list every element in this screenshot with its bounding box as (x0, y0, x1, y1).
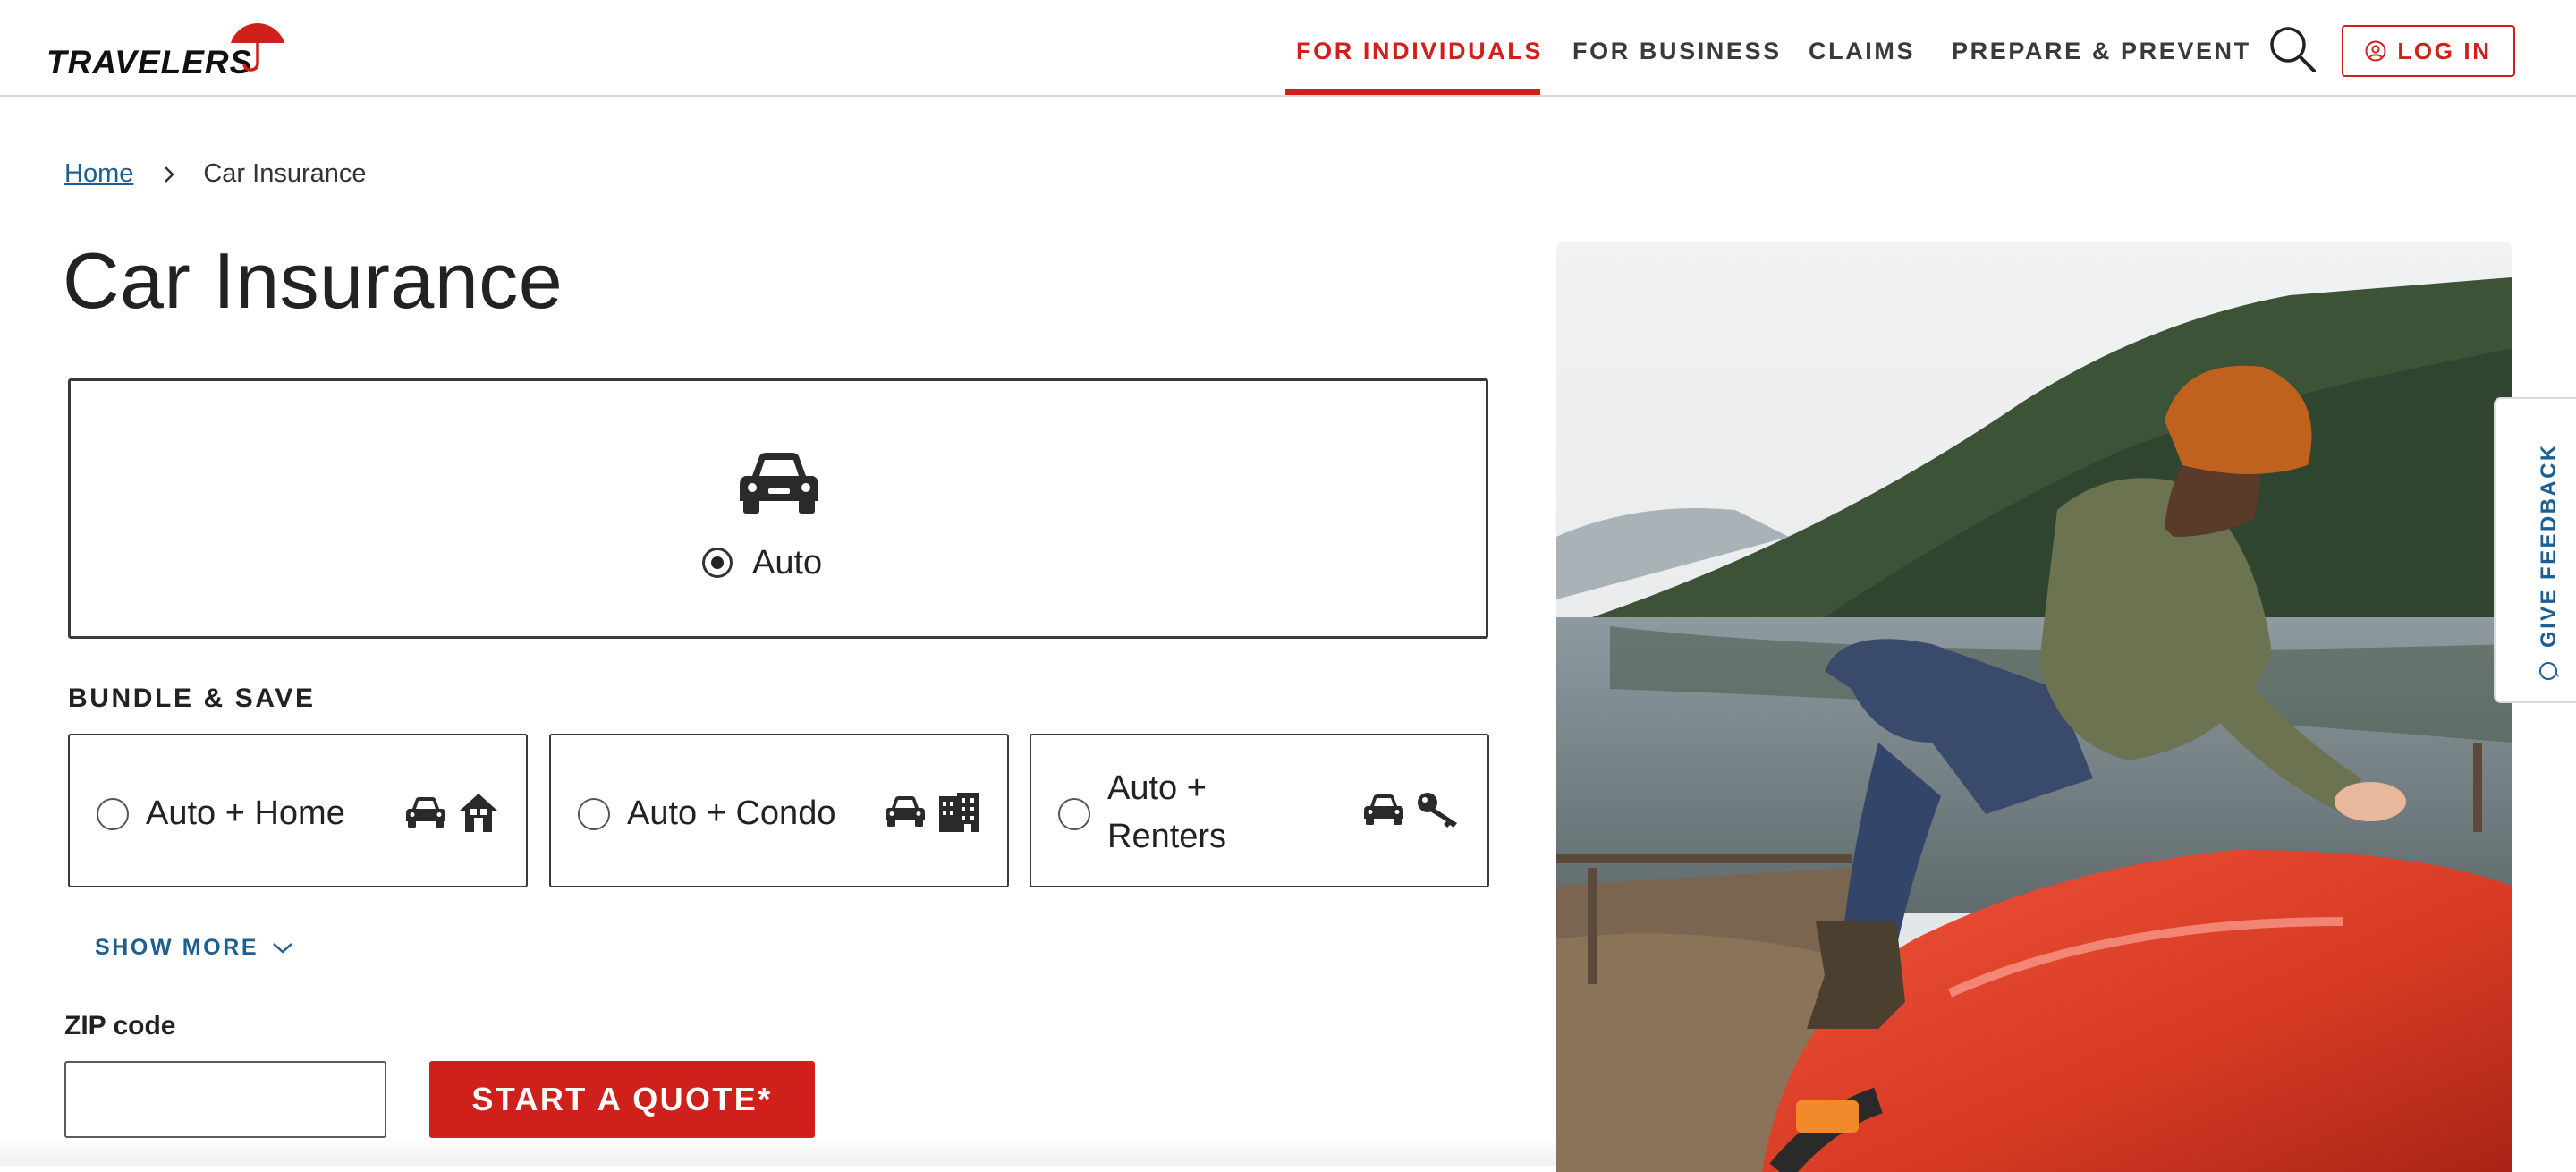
auto-radio-selected[interactable] (702, 548, 733, 578)
umbrella-icon (231, 23, 284, 72)
bundle-radio[interactable] (578, 798, 610, 830)
page-title: Car Insurance (63, 236, 564, 325)
nav-for-individuals[interactable]: FOR INDIVIDUALS (1296, 38, 1543, 65)
bundle-label-line1: Auto + (1107, 769, 1207, 807)
breadcrumb-current: Car Insurance (203, 159, 367, 188)
bundle-icons (1362, 791, 1461, 828)
bundle-radio[interactable] (97, 798, 129, 830)
key-icon (1418, 793, 1457, 828)
login-button[interactable]: LOG IN (2342, 25, 2515, 77)
feedback-label: GIVE FEEDBACK (2537, 443, 2561, 648)
bundle-option-auto-renters[interactable]: Auto + Renters (1030, 734, 1489, 887)
bundle-label-line2: Renters (1107, 818, 1227, 855)
auto-product-option[interactable]: Auto (68, 378, 1488, 639)
zip-code-label: ZIP code (64, 1011, 176, 1040)
search-icon[interactable] (2268, 25, 2317, 73)
user-icon (2365, 40, 2386, 62)
hero-photo-illustration (1556, 242, 2512, 1172)
give-feedback-tab[interactable]: GIVE FEEDBACK (2494, 397, 2576, 703)
car-icon (406, 797, 445, 828)
feedback-inner: GIVE FEEDBACK (2537, 443, 2562, 682)
show-more-button[interactable]: SHOW MORE (95, 935, 294, 961)
building-icon (939, 793, 979, 832)
start-quote-button[interactable]: START A QUOTE* (429, 1061, 815, 1138)
bundle-icons (884, 791, 980, 832)
show-more-label: SHOW MORE (95, 935, 259, 960)
car-icon (886, 796, 925, 827)
chat-bubble-icon (2539, 662, 2559, 680)
bundle-option-auto-home[interactable]: Auto + Home (68, 734, 528, 887)
active-nav-indicator (1285, 89, 1540, 95)
chevron-right-icon (165, 166, 175, 183)
nav-claims[interactable]: CLAIMS (1809, 38, 1915, 65)
breadcrumb: Home Car Insurance (64, 159, 367, 189)
car-icon (1364, 794, 1403, 825)
hero-image (1556, 242, 2512, 1172)
car-icon (740, 453, 818, 514)
breadcrumb-home-link[interactable]: Home (64, 159, 133, 189)
site-header: TRAVELERS FOR INDIVIDUALS FOR BUSINESS C… (0, 0, 2576, 97)
house-icon (460, 794, 497, 832)
bundle-label: Auto + Condo (627, 794, 836, 832)
login-label: LOG IN (2397, 37, 2492, 64)
travelers-logo[interactable]: TRAVELERS (47, 21, 284, 79)
bundle-label: Auto + Home (146, 794, 345, 832)
zip-code-input[interactable] (64, 1061, 386, 1138)
nav-prepare-prevent[interactable]: PREPARE & PREVENT (1952, 38, 2251, 65)
bottom-edge-shadow (0, 1136, 1556, 1166)
bundle-option-auto-condo[interactable]: Auto + Condo (549, 734, 1009, 887)
bundle-radio[interactable] (1058, 798, 1090, 830)
chevron-down-icon (273, 942, 292, 954)
bundle-icons (404, 791, 499, 834)
nav-for-business[interactable]: FOR BUSINESS (1572, 38, 1782, 65)
bundle-save-heading: BUNDLE & SAVE (68, 684, 316, 713)
auto-label: Auto (752, 544, 823, 582)
